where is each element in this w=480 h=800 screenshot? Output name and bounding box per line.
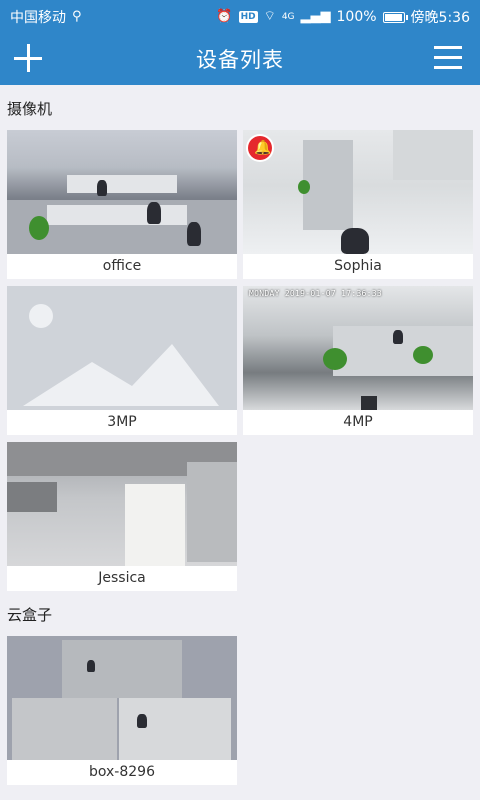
menu-line-icon (434, 56, 462, 59)
wall-graphic (393, 130, 473, 180)
alarm-clock-icon: ⏰ (216, 9, 233, 24)
carrier-name: 中国移动 (10, 10, 66, 26)
camera-osd-timestamp: MONDAY 2019-01-07 17:36:33 (249, 289, 383, 298)
person (87, 660, 95, 672)
hd-icon: HD (238, 11, 258, 23)
multiview-top-pane (62, 640, 182, 698)
app-header: 设备列表 (0, 32, 480, 85)
page-title: 设备列表 (196, 48, 284, 72)
person (393, 330, 403, 344)
wifi-icon: ⌔ (263, 9, 276, 24)
device-name: Sophia (334, 258, 382, 274)
placeholder-image-icon (7, 286, 237, 410)
device-name: box-8296 (89, 764, 155, 780)
menu-line-icon (434, 66, 462, 69)
person (187, 222, 201, 246)
plant (29, 216, 49, 240)
device-card-sophia[interactable]: 🔔 Sophia (243, 130, 473, 279)
person (147, 202, 161, 224)
device-card-jessica[interactable]: Jessica (7, 442, 237, 591)
cubicle-area (333, 326, 473, 376)
status-bar: 中国移动 ⚲ ⏰ HD ⌔ 4G ▂▄▆ 100% 傍晚5:36 (0, 0, 480, 32)
plant (413, 346, 433, 364)
desk-row (47, 205, 187, 225)
sofa (125, 484, 185, 566)
status-right: ⏰ HD ⌔ 4G ▂▄▆ 100% 傍晚5:36 (216, 7, 470, 27)
device-thumbnail (7, 442, 237, 566)
device-thumbnail: 🔔 (243, 130, 473, 254)
floor-device (361, 396, 377, 410)
multiview-right-pane (119, 698, 231, 760)
status-left: 中国移动 ⚲ (10, 7, 82, 27)
device-thumbnail: MONDAY 2019-01-07 17:36:33 (243, 286, 473, 410)
section-label-cameras: 摄像机 (7, 100, 53, 118)
person (97, 180, 107, 196)
network-type-label: 4G (281, 12, 295, 22)
world-map-wall (187, 462, 237, 562)
battery-percent: 100% (336, 9, 377, 25)
person (137, 714, 147, 728)
hamburger-menu-button[interactable] (434, 46, 462, 70)
device-name: Jessica (98, 570, 146, 586)
device-thumbnail (7, 130, 237, 254)
bell-icon: 🔔 (254, 140, 272, 156)
desk-row (67, 175, 177, 193)
multiview-left-pane (12, 698, 117, 760)
person (341, 228, 369, 254)
section-label-cloud-box: 云盒子 (7, 606, 53, 624)
device-card-4mp[interactable]: MONDAY 2019-01-07 17:36:33 4MP (243, 286, 473, 435)
placeholder-mountains (23, 344, 219, 406)
table (7, 482, 57, 512)
device-card-3mp[interactable]: 3MP (7, 286, 237, 435)
alarm-badge: 🔔 (246, 134, 274, 162)
device-card-office[interactable]: office (7, 130, 237, 279)
device-name: 3MP (107, 414, 137, 430)
clock-time: 傍晚5:36 (410, 10, 470, 26)
plant (323, 348, 347, 370)
plant (298, 180, 310, 194)
signal-icon: ▂▄▆ (300, 9, 331, 24)
device-thumbnail (7, 636, 237, 760)
menu-line-icon (434, 46, 462, 49)
glass-door (303, 140, 353, 230)
usb-icon: ⚲ (72, 9, 82, 24)
battery-fill (384, 13, 402, 21)
device-card-box-8296[interactable]: box-8296 (7, 636, 237, 785)
battery-icon (382, 11, 408, 23)
device-name: 4MP (343, 414, 373, 430)
device-name: office (102, 258, 142, 274)
